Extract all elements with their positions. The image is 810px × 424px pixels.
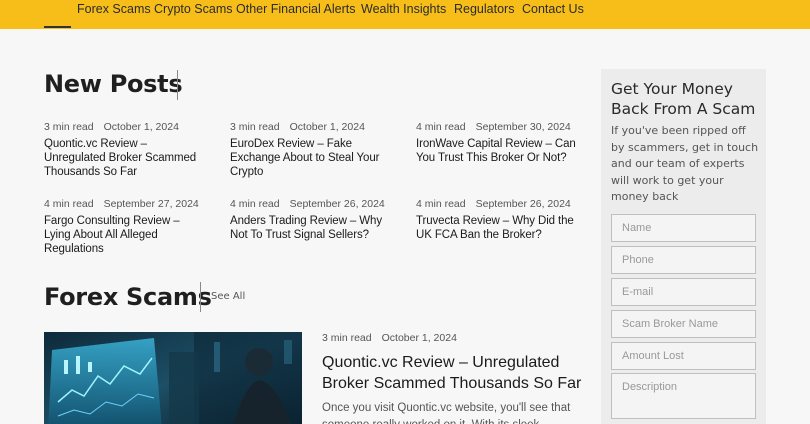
nav-item-contact-us[interactable]: Contact Us (522, 2, 584, 16)
post-title-link[interactable]: Quontic.vc Review – Unregulated Broker S… (44, 137, 204, 179)
post-meta: 4 min read September 27, 2024 (44, 198, 199, 210)
heading-divider (177, 70, 178, 100)
post-title-link[interactable]: IronWave Capital Review – Can You Trust … (416, 137, 576, 165)
see-all-link[interactable]: See All (211, 291, 245, 302)
post-date: October 1, 2024 (103, 121, 179, 133)
post-meta: 3 min read October 1, 2024 (230, 121, 365, 133)
phone-field[interactable]: Phone (611, 246, 756, 274)
sidebar-title: Get Your Money Back From A Scam (611, 80, 756, 118)
nav-item-other-financial-alerts[interactable]: Other Financial Alerts (236, 2, 356, 16)
nav-item-crypto-scams[interactable]: Crypto Scams (154, 2, 233, 16)
amount-lost-field[interactable]: Amount Lost (611, 342, 756, 370)
featured-post-excerpt: Once you visit Quontic.vc website, you'l… (322, 402, 571, 424)
description-textarea[interactable]: Description (611, 373, 756, 419)
post-date: September 26, 2024 (289, 198, 385, 210)
post-title-link[interactable]: Truvecta Review – Why Did the UK FCA Ban… (416, 214, 576, 242)
post-date: September 30, 2024 (475, 121, 571, 133)
featured-post-image[interactable] (44, 332, 302, 424)
read-time: 3 min read (44, 121, 94, 133)
post-meta: 4 min read September 30, 2024 (416, 121, 571, 133)
nav-item-regulators[interactable]: Regulators (454, 2, 514, 16)
nav-item-forex-scams[interactable]: Forex Scams (77, 2, 151, 16)
post-title-link[interactable]: Fargo Consulting Review – Lying About Al… (44, 214, 204, 256)
forex-scams-heading: Forex Scams (44, 283, 212, 311)
post-meta: 4 min read September 26, 2024 (416, 198, 571, 210)
post-date: September 27, 2024 (103, 198, 199, 210)
post-title-link[interactable]: Anders Trading Review – Why Not To Trust… (230, 214, 390, 242)
read-time: 3 min read (230, 121, 280, 133)
post-title-link[interactable]: EuroDex Review – Fake Exchange About to … (230, 137, 390, 179)
post-date: October 1, 2024 (381, 332, 457, 344)
post-meta: 3 min read October 1, 2024 (44, 121, 179, 133)
featured-post-meta: 3 min read October 1, 2024 (322, 332, 457, 344)
name-field[interactable]: Name (611, 214, 756, 242)
read-time: 4 min read (230, 198, 280, 210)
new-posts-heading: New Posts (44, 70, 183, 98)
scam-broker-name-field[interactable]: Scam Broker Name (611, 310, 756, 338)
featured-post-title-link[interactable]: Quontic.vc Review – Unregulated Broker S… (322, 352, 587, 394)
post-meta: 4 min read September 26, 2024 (230, 198, 385, 210)
sidebar-description: If you've been ripped off by scammers, g… (611, 124, 759, 203)
read-time: 4 min read (44, 198, 94, 210)
post-date: October 1, 2024 (289, 121, 365, 133)
email-field[interactable]: E-mail (611, 278, 756, 306)
heading-divider (200, 282, 201, 312)
nav-active-indicator (44, 26, 71, 28)
read-time: 3 min read (322, 332, 372, 344)
read-time: 4 min read (416, 198, 466, 210)
read-time: 4 min read (416, 121, 466, 133)
nav-item-wealth-insights[interactable]: Wealth Insights (361, 2, 446, 16)
post-date: September 26, 2024 (475, 198, 571, 210)
trading-monitor-illustration (44, 332, 302, 424)
